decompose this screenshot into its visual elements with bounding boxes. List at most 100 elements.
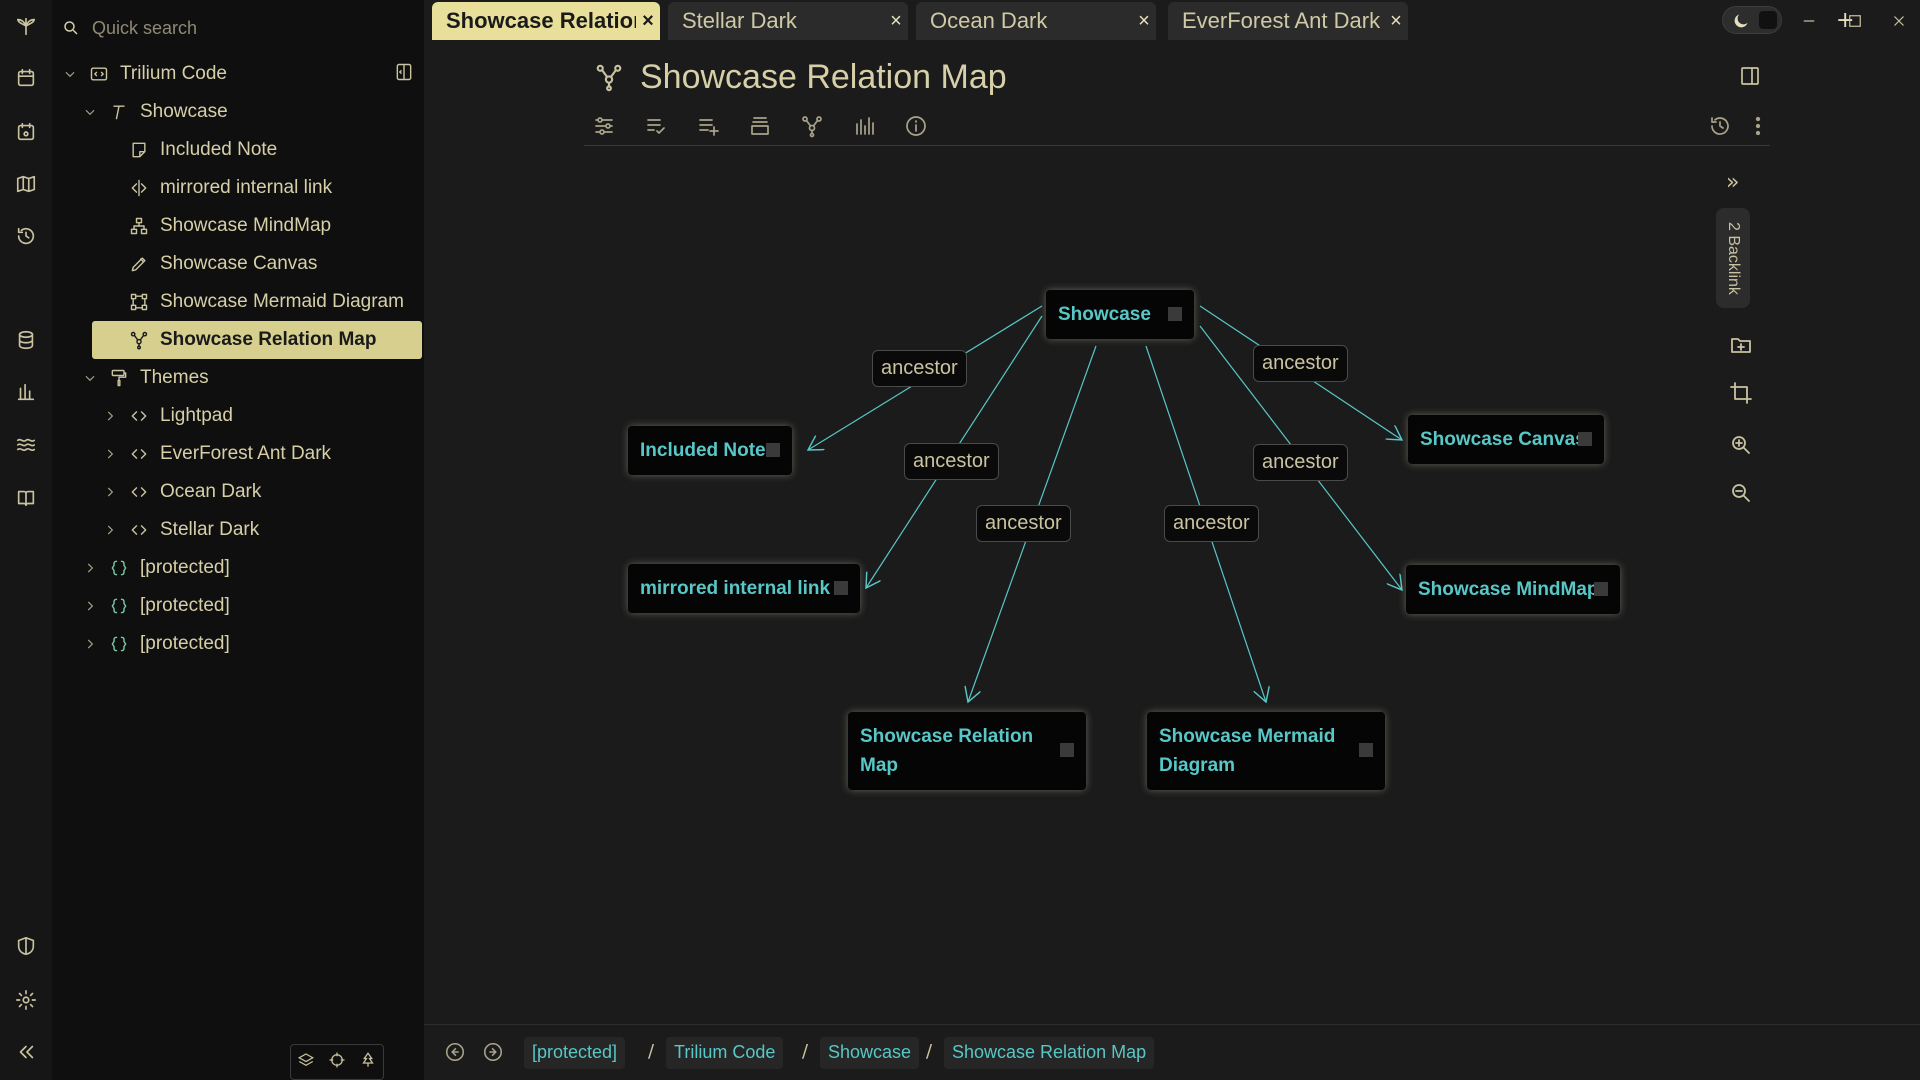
tab-everforest-ant-dark[interactable]: EverForest Ant Dark × (1168, 2, 1408, 40)
relation-map-canvas[interactable]: Showcase Included Note mirrored internal… (424, 150, 1920, 1020)
tree-item-trilium-code[interactable]: Trilium Code (62, 57, 227, 91)
bar-chart-icon[interactable] (850, 112, 878, 140)
chevron-down-icon[interactable] (62, 66, 78, 82)
tree-item-showcase-mermaid-diagram[interactable]: Showcase Mermaid Diagram (128, 285, 404, 319)
close-window-icon[interactable] (1886, 8, 1912, 34)
create-child-note-icon[interactable] (1726, 330, 1756, 360)
chevron-right-icon[interactable] (102, 484, 118, 500)
node-drag-handle[interactable] (1594, 581, 1608, 596)
map-icon[interactable] (10, 168, 42, 200)
close-icon[interactable]: × (1132, 10, 1156, 33)
forward-icon[interactable] (482, 1041, 506, 1065)
more-icon[interactable] (1744, 112, 1772, 140)
stats-icon[interactable] (10, 376, 42, 408)
theme-toggle[interactable] (1722, 6, 1782, 34)
add-list-icon[interactable] (694, 112, 722, 140)
archive-icon[interactable] (746, 112, 774, 140)
close-icon[interactable]: × (636, 10, 660, 33)
breadcrumb-item[interactable]: Trilium Code (666, 1037, 784, 1069)
tab-showcase-relation-map[interactable]: Showcase Relation Map × (432, 2, 660, 40)
chevron-right-icon[interactable] (102, 522, 118, 538)
book-icon[interactable] (10, 482, 42, 514)
tree-item-showcase-canvas[interactable]: Showcase Canvas (128, 247, 317, 281)
edge-label[interactable]: ancestor (1164, 505, 1259, 542)
chevron-right-icon[interactable] (82, 560, 98, 576)
crop-icon[interactable] (1726, 378, 1756, 408)
tree-item-showcase[interactable]: Showcase (82, 95, 228, 129)
close-icon[interactable]: × (1384, 10, 1408, 33)
layers-icon[interactable] (297, 1051, 315, 1073)
tab-ocean-dark[interactable]: Ocean Dark × (916, 2, 1156, 40)
breadcrumb-item[interactable]: [protected] (524, 1037, 626, 1069)
edge-label[interactable]: ancestor (872, 350, 967, 387)
breadcrumb-item[interactable]: Showcase (820, 1037, 920, 1069)
chevron-right-icon[interactable] (82, 636, 98, 652)
zoom-out-icon[interactable] (1726, 478, 1756, 508)
tree-item-protected[interactable]: [protected] (82, 627, 230, 661)
collapse-tree-icon[interactable] (394, 62, 416, 84)
search-input[interactable] (92, 12, 392, 44)
crosshair-icon[interactable] (328, 1051, 346, 1073)
history-icon[interactable] (1706, 112, 1734, 140)
today-icon[interactable] (10, 116, 42, 148)
edge-label[interactable]: ancestor (1253, 444, 1348, 481)
tree-item-everforest-ant-dark[interactable]: EverForest Ant Dark (102, 437, 331, 471)
chevron-right-icon[interactable] (102, 446, 118, 462)
edge-label[interactable]: ancestor (976, 505, 1071, 542)
trilium-logo-icon[interactable] (10, 10, 42, 42)
tree-item-included-note[interactable]: Included Note (128, 133, 277, 167)
chevron-down-icon[interactable] (82, 104, 98, 120)
node-drag-handle[interactable] (1060, 743, 1074, 757)
tree-icon[interactable] (359, 1051, 377, 1073)
expand-right-pane-icon[interactable]: » (1726, 170, 1754, 198)
checklist-icon[interactable] (642, 112, 670, 140)
tree-item-mirrored-internal-link[interactable]: mirrored internal link (128, 171, 332, 205)
edge-label[interactable]: ancestor (1253, 345, 1348, 382)
node-drag-handle[interactable] (1359, 743, 1373, 757)
map-node-included-note[interactable]: Included Note (628, 426, 792, 475)
backlinks-badge[interactable]: 2 Backlink (1716, 208, 1750, 308)
calendar-icon[interactable] (10, 62, 42, 94)
split-pane-icon[interactable] (1738, 64, 1764, 90)
chevron-right-icon[interactable] (102, 408, 118, 424)
map-node-showcase-relation-map[interactable]: Showcase Relation Map (848, 712, 1086, 790)
map-node-showcase-mermaid-diagram[interactable]: Showcase Mermaid Diagram (1147, 712, 1385, 790)
node-drag-handle[interactable] (1168, 306, 1182, 321)
edge-label[interactable]: ancestor (904, 443, 999, 480)
chevron-down-icon[interactable] (82, 370, 98, 386)
map-node-showcase-mindmap[interactable]: Showcase MindMap (1406, 565, 1620, 614)
minimize-icon[interactable] (1796, 8, 1822, 34)
relation-map-icon[interactable] (798, 112, 826, 140)
chevron-right-icon[interactable] (82, 598, 98, 614)
page-title[interactable]: Showcase Relation Map (640, 58, 1007, 97)
collapse-sidebar-icon[interactable] (10, 1036, 42, 1068)
tree-item-protected[interactable]: [protected] (82, 551, 230, 585)
tree-item-showcase-mindmap[interactable]: Showcase MindMap (128, 209, 331, 243)
tree-item-showcase-relation-map[interactable]: Showcase Relation Map (92, 321, 422, 359)
history-icon[interactable] (10, 220, 42, 252)
breadcrumb-item[interactable]: Showcase Relation Map (944, 1037, 1155, 1069)
zoom-in-icon[interactable] (1726, 430, 1756, 460)
shield-icon[interactable] (10, 930, 42, 962)
back-icon[interactable] (444, 1041, 468, 1065)
maximize-icon[interactable] (1842, 8, 1868, 34)
info-icon[interactable] (902, 112, 930, 140)
sliders-icon[interactable] (590, 112, 618, 140)
tree-item-lightpad[interactable]: Lightpad (102, 399, 233, 433)
tree-item-protected[interactable]: [protected] (82, 589, 230, 623)
gear-icon[interactable] (10, 984, 42, 1016)
database-icon[interactable] (10, 324, 42, 356)
node-drag-handle[interactable] (766, 442, 780, 457)
waves-icon[interactable] (10, 428, 42, 460)
close-icon[interactable]: × (884, 10, 908, 33)
tree-item-ocean-dark[interactable]: Ocean Dark (102, 475, 261, 509)
tree-item-themes[interactable]: Themes (82, 361, 209, 395)
node-drag-handle[interactable] (1578, 431, 1592, 446)
map-node-mirrored-internal-link[interactable]: mirrored internal link (628, 564, 860, 613)
breadcrumb-separator: / (802, 1041, 809, 1062)
map-node-showcase[interactable]: Showcase (1046, 290, 1194, 339)
map-node-showcase-canvas[interactable]: Showcase Canvas (1408, 415, 1604, 464)
node-drag-handle[interactable] (834, 580, 848, 595)
tree-item-stellar-dark[interactable]: Stellar Dark (102, 513, 259, 547)
tab-stellar-dark[interactable]: Stellar Dark × (668, 2, 908, 40)
